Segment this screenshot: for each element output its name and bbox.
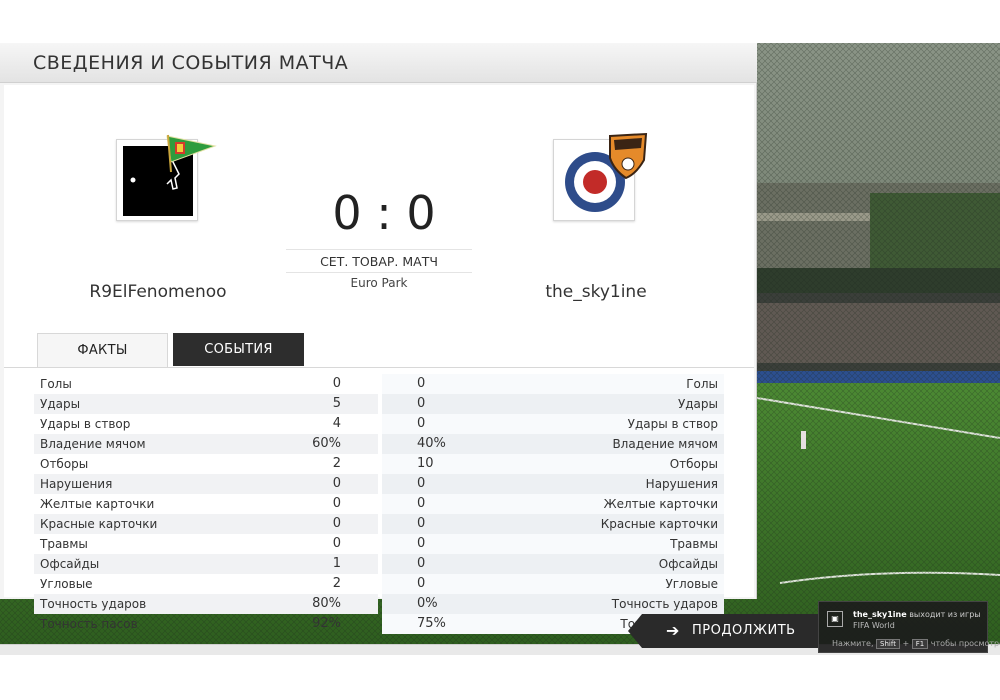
hint-prefix: Нажмите, [832,639,874,648]
stat-row: Удары в створ 4 0 Удары в створ [4,414,754,434]
stadium-name: Euro Park [350,276,408,290]
stat-row: Отборы 2 10 Отборы [4,454,754,474]
stat-value-home: 2 [332,456,341,471]
stat-value-home: 92% [312,616,341,631]
stat-value-away: 0 [417,396,426,411]
stat-row: Нарушения 0 0 Нарушения [4,474,754,494]
notification-service: FIFA World [853,621,895,630]
ural-badge-icon [609,132,648,180]
stat-value-home: 0 [332,516,341,531]
hint-suffix: чтобы просмотреть [930,639,1000,648]
continue-button[interactable]: ➔ ПРОДОЛЖИТЬ [628,614,818,648]
stat-row: Удары 5 0 Удары [4,394,754,414]
stat-value-away: 0 [417,556,426,571]
stat-value-away: 0 [417,376,426,391]
notification-toast: ▣ the_sky1ine выходит из игры FIFA World… [818,601,1000,653]
stat-label-away: Удары в створ [627,417,718,431]
stat-value-home: 2 [332,576,341,591]
home-team-name: R9ElFenomenoo [89,282,227,302]
home-team-crest [116,134,217,221]
stat-row: Желтые карточки 0 0 Желтые карточки [4,494,754,514]
stat-value-away: 10 [417,456,434,471]
notification-user: the_sky1ine [853,610,907,619]
stat-label-home: Желтые карточки [40,497,155,511]
arrow-right-icon: ➔ [666,621,680,640]
page-title: СВЕДЕНИЯ И СОБЫТИЯ МАТЧА [33,52,349,74]
continue-label: ПРОДОЛЖИТЬ [692,623,796,638]
stat-value-away: 40% [417,436,446,451]
title-bar: СВЕДЕНИЯ И СОБЫТИЯ МАТЧА [0,43,757,83]
stats-divider [380,368,382,598]
stat-value-away: 0 [417,496,426,511]
stat-value-home: 80% [312,596,341,611]
score-display: 0 : 0 [332,186,436,240]
stat-label-away: Желтые карточки [603,497,718,511]
stat-row: Офсайды 1 0 Офсайды [4,554,754,574]
stat-label-home: Удары в створ [40,417,131,431]
stat-row: Травмы 0 0 Травмы [4,534,754,554]
stat-value-home: 5 [332,396,341,411]
stat-row: Красные карточки 0 0 Красные карточки [4,514,754,534]
tab-facts[interactable]: ФАКТЫ [37,333,168,367]
stat-label-away: Офсайды [658,557,718,571]
stat-label-home: Нарушения [40,477,113,491]
stat-label-home: Отборы [40,457,89,471]
stat-label-away: Голы [686,377,718,391]
notification-message: the_sky1ine выходит из игры [853,610,981,619]
stat-label-home: Владение мячом [40,437,146,451]
stat-value-home: 0 [332,476,341,491]
stat-row: Владение мячом 60% 40% Владение мячом [4,434,754,454]
match-summary-screen: СВЕДЕНИЯ И СОБЫТИЯ МАТЧА R9ElFenomenoo 0… [0,43,1000,655]
stat-value-away: 75% [417,616,446,631]
stat-row: Точность ударов 80% 0% Точность ударов [4,594,754,614]
stat-label-home: Офсайды [40,557,100,571]
stat-label-away: Владение мячом [612,437,718,451]
stat-label-home: Травмы [40,537,88,551]
stat-label-away: Отборы [669,457,718,471]
away-team-name: the_sky1ine [545,282,647,302]
stat-row: Угловые 2 0 Угловые [4,574,754,594]
stat-value-home: 4 [332,416,341,431]
tab-events[interactable]: СОБЫТИЯ [173,333,304,366]
pennant-icon [166,134,217,173]
stat-value-home: 0 [332,376,341,391]
stat-label-home: Точность ударов [40,597,147,611]
away-team-crest [553,132,648,221]
stat-label-home: Удары [40,397,81,411]
f1-key: F1 [911,639,929,649]
stat-label-home: Точность пасов [40,617,138,631]
stat-value-away: 0 [417,536,426,551]
match-type: СЕТ. ТОВАР. МАТЧ [286,249,472,273]
stat-value-away: 0 [417,576,426,591]
notification-hint: Нажмите, Shift + F1 чтобы просмотреть [832,639,1000,649]
stat-value-home: 0 [332,496,341,511]
stat-label-home: Красные карточки [40,517,158,531]
stat-label-home: Голы [40,377,72,391]
stat-label-away: Нарушения [645,477,718,491]
stat-value-away: 0 [417,416,426,431]
stat-label-away: Удары [677,397,718,411]
match-panel: СВЕДЕНИЯ И СОБЫТИЯ МАТЧА R9ElFenomenoo 0… [0,43,757,634]
stat-row: Голы 0 0 Голы [4,374,754,394]
stat-label-away: Точность ударов [611,597,718,611]
stat-label-away: Угловые [665,577,718,591]
fifa-world-icon: ▣ [827,611,843,627]
stats-table: Голы 0 0 Голы Удары 5 0 Удары Удары в створ 4 0 Уда… [4,367,754,634]
stat-value-away: 0% [417,596,438,611]
notification-text: выходит из игры [906,610,981,619]
stat-label-home: Угловые [40,577,93,591]
match-card: R9ElFenomenoo 0 : 0 СЕТ. ТОВАР. МАТЧ Eur… [4,85,754,634]
stat-value-home: 1 [332,556,341,571]
hint-plus: + [902,639,910,648]
stat-label-away: Красные карточки [600,517,718,531]
stat-value-home: 60% [312,436,341,451]
stat-value-home: 0 [332,536,341,551]
shift-key: Shift [876,639,900,649]
stat-label-away: Травмы [670,537,718,551]
stat-value-away: 0 [417,476,426,491]
stat-value-away: 0 [417,516,426,531]
